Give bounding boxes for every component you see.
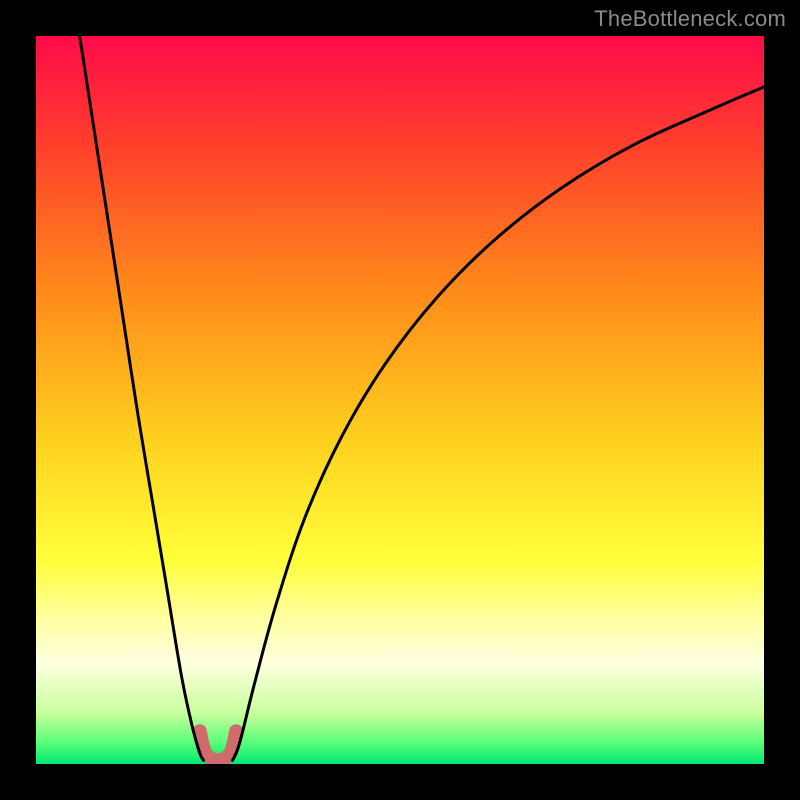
right-branch-curve xyxy=(233,87,764,760)
dip-marker xyxy=(200,731,236,760)
left-branch-curve xyxy=(80,36,204,760)
chart-frame: TheBottleneck.com xyxy=(0,0,800,800)
curves-layer xyxy=(36,36,764,764)
plot-area xyxy=(36,36,764,764)
watermark-text: TheBottleneck.com xyxy=(594,6,786,32)
